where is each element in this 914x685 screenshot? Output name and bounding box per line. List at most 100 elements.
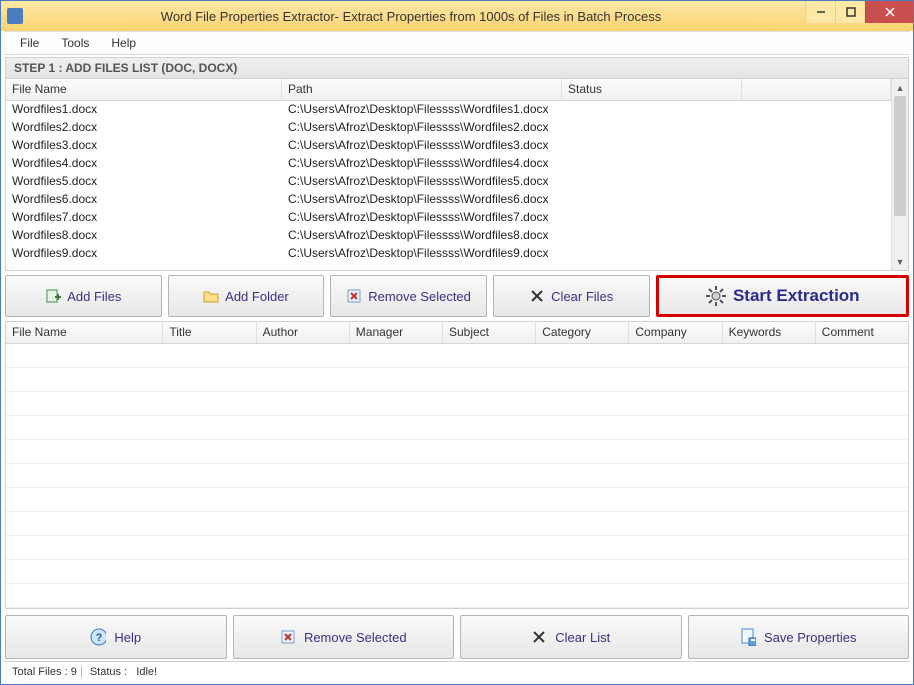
cell-path: C:\Users\Afroz\Desktop\Filessss\Wordfile… <box>282 191 562 209</box>
table-row[interactable]: Wordfiles6.docxC:\Users\Afroz\Desktop\Fi… <box>6 191 891 209</box>
pcol-title[interactable]: Title <box>163 322 256 343</box>
cell-status <box>562 227 742 245</box>
table-row[interactable] <box>6 416 908 440</box>
table-row[interactable]: Wordfiles2.docxC:\Users\Afroz\Desktop\Fi… <box>6 119 891 137</box>
cell-path: C:\Users\Afroz\Desktop\Filessss\Wordfile… <box>282 209 562 227</box>
table-row[interactable]: Wordfiles1.docxC:\Users\Afroz\Desktop\Fi… <box>6 101 891 119</box>
scroll-track[interactable] <box>892 96 908 253</box>
help-button[interactable]: ? Help <box>5 615 227 659</box>
table-row[interactable]: Wordfiles9.docxC:\Users\Afroz\Desktop\Fi… <box>6 245 891 263</box>
table-row[interactable]: Wordfiles8.docxC:\Users\Afroz\Desktop\Fi… <box>6 227 891 245</box>
statusbar: Total Files : 9 Status : Idle! <box>4 661 910 681</box>
table-row[interactable]: Wordfiles3.docxC:\Users\Afroz\Desktop\Fi… <box>6 137 891 155</box>
clear-list-label: Clear List <box>555 630 610 645</box>
add-files-button[interactable]: Add Files <box>5 275 162 317</box>
pcol-company[interactable]: Company <box>629 322 722 343</box>
table-row[interactable] <box>6 440 908 464</box>
remove-icon <box>346 288 362 304</box>
save-icon <box>740 629 756 645</box>
cell-path: C:\Users\Afroz\Desktop\Filessss\Wordfile… <box>282 119 562 137</box>
app-icon <box>7 8 23 24</box>
close-icon <box>884 6 896 18</box>
titlebar[interactable]: Word File Properties Extractor- Extract … <box>1 1 913 31</box>
bottom-action-row: ? Help Remove Selected Clear List Save P… <box>5 615 909 659</box>
window-title: Word File Properties Extractor- Extract … <box>29 9 913 24</box>
cell-filename: Wordfiles1.docx <box>6 101 282 119</box>
start-extraction-button[interactable]: Start Extraction <box>656 275 909 317</box>
add-files-label: Add Files <box>67 289 121 304</box>
file-list-body[interactable]: Wordfiles1.docxC:\Users\Afroz\Desktop\Fi… <box>6 101 891 263</box>
cell-path: C:\Users\Afroz\Desktop\Filessss\Wordfile… <box>282 173 562 191</box>
table-row[interactable] <box>6 368 908 392</box>
table-row[interactable] <box>6 560 908 584</box>
maximize-button[interactable] <box>835 1 865 23</box>
minimize-button[interactable] <box>805 1 835 23</box>
cell-status <box>562 101 742 119</box>
clear-files-label: Clear Files <box>551 289 613 304</box>
properties-body[interactable] <box>6 344 908 608</box>
table-row[interactable] <box>6 464 908 488</box>
remove-selected-button[interactable]: Remove Selected <box>330 275 487 317</box>
pcol-author[interactable]: Author <box>257 322 350 343</box>
save-properties-button[interactable]: Save Properties <box>688 615 910 659</box>
save-properties-label: Save Properties <box>764 630 857 645</box>
cell-status <box>562 191 742 209</box>
folder-icon <box>203 288 219 304</box>
window-controls <box>805 1 913 23</box>
status-state: Status : Idle! <box>86 666 161 678</box>
pcol-manager[interactable]: Manager <box>350 322 443 343</box>
pcol-filename[interactable]: File Name <box>6 322 163 343</box>
status-total-files: Total Files : 9 <box>8 666 82 678</box>
cell-filename: Wordfiles8.docx <box>6 227 282 245</box>
menu-file[interactable]: File <box>10 34 49 52</box>
pcol-category[interactable]: Category <box>536 322 629 343</box>
table-row[interactable] <box>6 584 908 608</box>
table-row[interactable]: Wordfiles7.docxC:\Users\Afroz\Desktop\Fi… <box>6 209 891 227</box>
pcol-comment[interactable]: Comment <box>816 322 908 343</box>
col-path[interactable]: Path <box>282 79 562 100</box>
cell-filename: Wordfiles4.docx <box>6 155 282 173</box>
table-row[interactable] <box>6 536 908 560</box>
remove-icon <box>280 629 296 645</box>
clear-list-button[interactable]: Clear List <box>460 615 682 659</box>
minimize-icon <box>816 7 826 17</box>
remove-selected-label: Remove Selected <box>368 289 471 304</box>
cell-filename: Wordfiles2.docx <box>6 119 282 137</box>
scroll-thumb[interactable] <box>894 96 906 216</box>
help-icon: ? <box>90 629 106 645</box>
step1-header: STEP 1 : ADD FILES LIST (DOC, DOCX) <box>5 57 909 79</box>
clear-icon <box>529 288 545 304</box>
clear-files-button[interactable]: Clear Files <box>493 275 650 317</box>
app-window: Word File Properties Extractor- Extract … <box>0 0 914 685</box>
col-filename[interactable]: File Name <box>6 79 282 100</box>
cell-filename: Wordfiles5.docx <box>6 173 282 191</box>
gear-icon <box>705 285 727 307</box>
close-button[interactable] <box>865 1 913 23</box>
table-row[interactable]: Wordfiles5.docxC:\Users\Afroz\Desktop\Fi… <box>6 173 891 191</box>
pcol-subject[interactable]: Subject <box>443 322 536 343</box>
table-row[interactable]: Wordfiles4.docxC:\Users\Afroz\Desktop\Fi… <box>6 155 891 173</box>
pcol-keywords[interactable]: Keywords <box>723 322 816 343</box>
file-list-header: File Name Path Status <box>6 79 891 101</box>
remove-selected-bottom-button[interactable]: Remove Selected <box>233 615 455 659</box>
add-folder-button[interactable]: Add Folder <box>168 275 325 317</box>
table-row[interactable] <box>6 512 908 536</box>
col-status[interactable]: Status <box>562 79 742 100</box>
cell-path: C:\Users\Afroz\Desktop\Filessss\Wordfile… <box>282 155 562 173</box>
cell-path: C:\Users\Afroz\Desktop\Filessss\Wordfile… <box>282 245 562 263</box>
scroll-down-icon[interactable]: ▼ <box>892 253 908 270</box>
cell-status <box>562 137 742 155</box>
cell-filename: Wordfiles9.docx <box>6 245 282 263</box>
menu-help[interactable]: Help <box>101 34 146 52</box>
clear-icon <box>531 629 547 645</box>
cell-filename: Wordfiles3.docx <box>6 137 282 155</box>
vertical-scrollbar[interactable]: ▲ ▼ <box>891 79 908 270</box>
table-row[interactable] <box>6 344 908 368</box>
menu-tools[interactable]: Tools <box>51 34 99 52</box>
add-files-icon <box>45 288 61 304</box>
add-folder-label: Add Folder <box>225 289 289 304</box>
scroll-up-icon[interactable]: ▲ <box>892 79 908 96</box>
properties-table: File Name Title Author Manager Subject C… <box>5 321 909 609</box>
table-row[interactable] <box>6 488 908 512</box>
table-row[interactable] <box>6 392 908 416</box>
